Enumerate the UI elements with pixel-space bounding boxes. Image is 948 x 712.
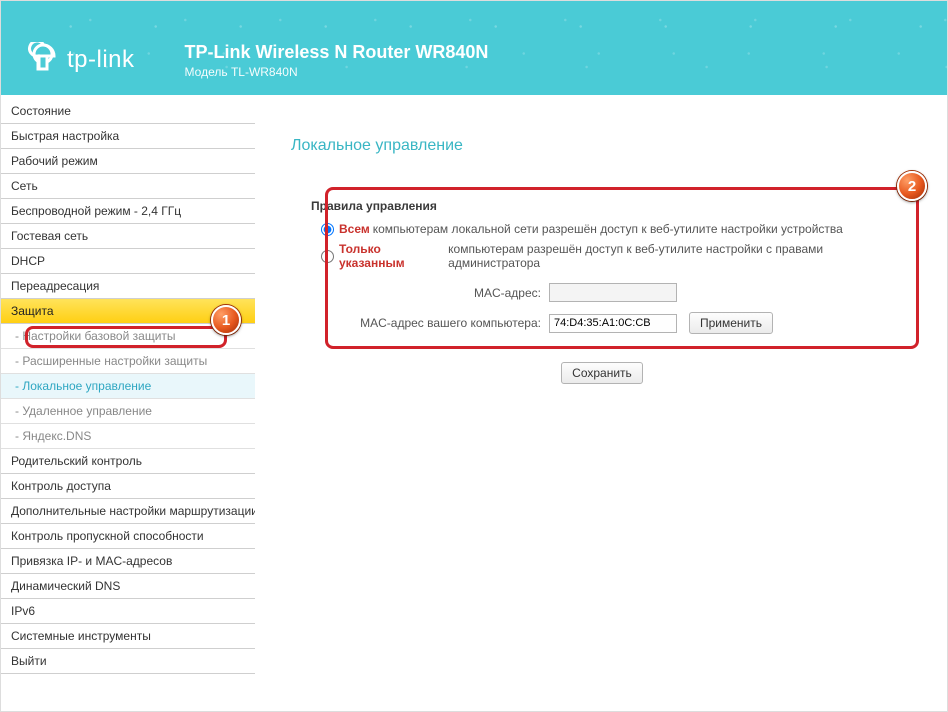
sidebar-item-15[interactable]: Контроль доступа — [1, 474, 255, 499]
product-subtitle: Модель TL-WR840N — [185, 65, 489, 79]
main-content: Локальное управление Правила управления … — [255, 95, 947, 711]
radio-only[interactable] — [321, 250, 334, 263]
mac-address-row: MAC-адрес: — [305, 283, 899, 302]
sidebar-item-5[interactable]: Гостевая сеть — [1, 224, 255, 249]
radio-only-highlight: Только указанным — [339, 242, 445, 270]
header-title-block: TP-Link Wireless N Router WR840N Модель … — [185, 42, 489, 79]
your-mac-value: 74:D4:35:A1:0C:CB — [549, 314, 677, 333]
sidebar-item-1[interactable]: Быстрая настройка — [1, 124, 255, 149]
sidebar-item-19[interactable]: Динамический DNS — [1, 574, 255, 599]
sidebar-item-17[interactable]: Контроль пропускной способности — [1, 524, 255, 549]
radio-only-row[interactable]: Только указанным компьютерам разрешён до… — [305, 239, 899, 273]
sidebar-item-20[interactable]: IPv6 — [1, 599, 255, 624]
sidebar-item-9[interactable]: Настройки базовой защиты — [1, 324, 255, 349]
sidebar-item-8[interactable]: Защита — [1, 299, 255, 324]
mac-address-label: MAC-адрес: — [305, 286, 541, 300]
local-management-panel: Правила управления Всем компьютерам лока… — [275, 191, 929, 412]
sidebar-item-11[interactable]: Локальное управление — [1, 374, 255, 399]
tplink-logo-icon — [25, 42, 61, 78]
sidebar-item-14[interactable]: Родительский контроль — [1, 449, 255, 474]
sidebar-item-4[interactable]: Беспроводной режим - 2,4 ГГц — [1, 199, 255, 224]
your-mac-row: MAC-адрес вашего компьютера: 74:D4:35:A1… — [305, 312, 899, 334]
sidebar-item-13[interactable]: Яндекс.DNS — [1, 424, 255, 449]
sidebar-item-22[interactable]: Выйти — [1, 649, 255, 674]
save-button[interactable]: Сохранить — [561, 362, 643, 384]
header: tp-link TP-Link Wireless N Router WR840N… — [1, 1, 947, 95]
sidebar-item-7[interactable]: Переадресация — [1, 274, 255, 299]
radio-all-text: компьютерам локальной сети разрешён дост… — [373, 222, 843, 236]
sidebar-item-18[interactable]: Привязка IP- и MAC-адресов — [1, 549, 255, 574]
radio-only-text: компьютерам разрешён доступ к веб-утилит… — [448, 242, 899, 270]
sidebar-nav: СостояниеБыстрая настройкаРабочий режимС… — [1, 95, 255, 711]
your-mac-label: MAC-адрес вашего компьютера: — [305, 316, 541, 330]
radio-all-row[interactable]: Всем компьютерам локальной сети разрешён… — [305, 219, 899, 239]
brand-name: tp-link — [67, 46, 135, 74]
apply-button[interactable]: Применить — [689, 312, 773, 334]
sidebar-item-0[interactable]: Состояние — [1, 99, 255, 124]
rules-section-title: Правила управления — [311, 199, 899, 213]
brand-logo: tp-link — [25, 42, 135, 78]
sidebar-item-16[interactable]: Дополнительные настройки маршрутизации — [1, 499, 255, 524]
sidebar-item-21[interactable]: Системные инструменты — [1, 624, 255, 649]
sidebar-item-10[interactable]: Расширенные настройки защиты — [1, 349, 255, 374]
page-title: Локальное управление — [291, 137, 947, 155]
sidebar-item-6[interactable]: DHCP — [1, 249, 255, 274]
sidebar-item-12[interactable]: Удаленное управление — [1, 399, 255, 424]
sidebar-item-2[interactable]: Рабочий режим — [1, 149, 255, 174]
radio-all-highlight: Всем — [339, 222, 370, 236]
product-title: TP-Link Wireless N Router WR840N — [185, 42, 489, 63]
mac-address-input[interactable] — [549, 283, 677, 302]
radio-all[interactable] — [321, 223, 334, 236]
sidebar-item-3[interactable]: Сеть — [1, 174, 255, 199]
